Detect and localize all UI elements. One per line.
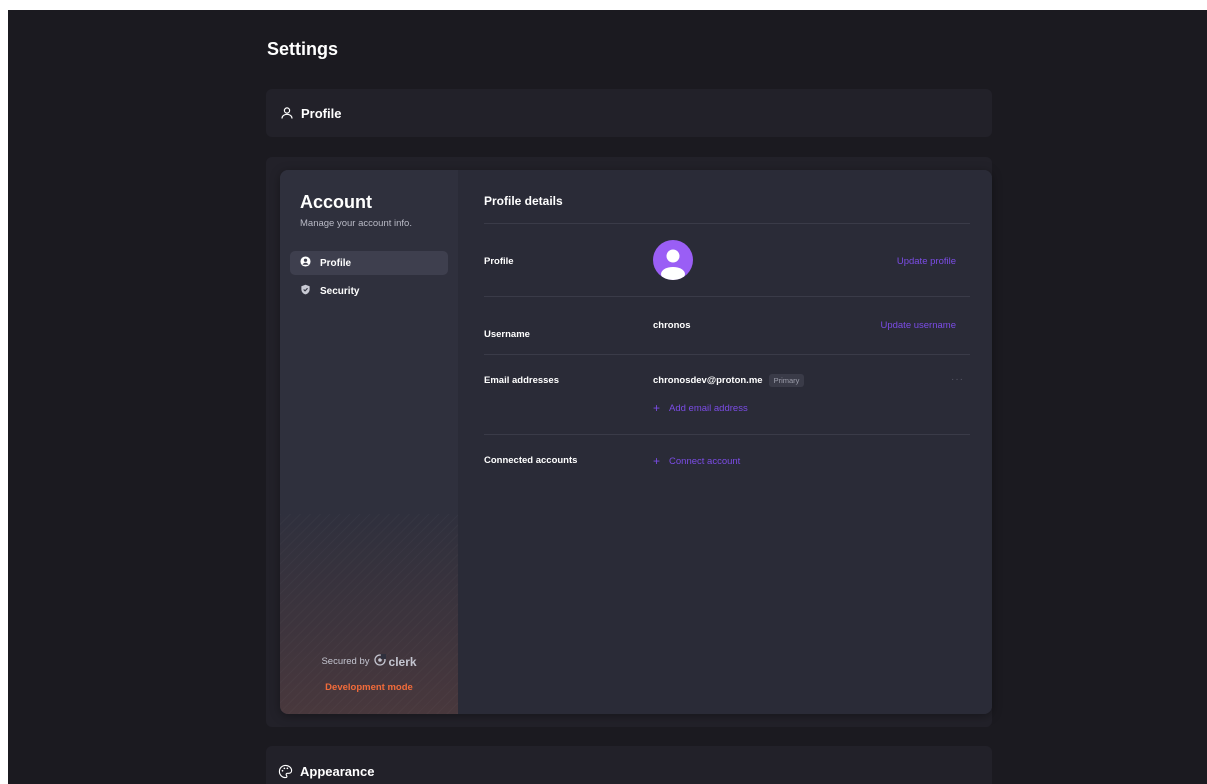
section-appearance-label: Appearance — [300, 763, 375, 779]
divider — [484, 223, 970, 224]
divider — [484, 296, 970, 297]
user-circle-icon — [300, 256, 311, 270]
profile-details-title: Profile details — [484, 194, 563, 208]
clerk-brand-text: clerk — [388, 654, 417, 669]
divider — [484, 434, 970, 435]
update-profile-link[interactable]: Update profile — [897, 256, 956, 267]
palette-icon — [278, 764, 293, 779]
profile-details-panel: Profile details Profile Update profile U… — [458, 170, 992, 714]
account-sidebar: Account Manage your account info. Profil… — [280, 170, 458, 714]
section-profile-header[interactable]: Profile — [266, 89, 992, 137]
profile-row-label: Profile — [484, 256, 514, 267]
avatar-person-icon — [661, 249, 685, 280]
divider — [484, 354, 970, 355]
connected-accounts-row-label: Connected accounts — [484, 455, 578, 466]
page-title: Settings — [267, 39, 339, 59]
email-row-label: Email addresses — [484, 375, 559, 386]
clerk-logo[interactable]: clerk — [373, 654, 417, 669]
plus-icon: + — [653, 401, 661, 415]
connect-account-label: Connect account — [669, 455, 741, 467]
email-entry: chronosdev@proton.me Primary — [653, 374, 805, 387]
add-email-address-button[interactable]: + Add email address — [653, 402, 748, 414]
development-mode-label: Development mode — [325, 682, 413, 693]
username-row-label: Username — [484, 329, 530, 340]
account-title: Account — [300, 192, 372, 212]
secured-by-text: Secured by — [321, 656, 370, 667]
section-appearance-header[interactable]: Appearance — [266, 746, 992, 784]
email-more-options-icon[interactable]: ··· — [951, 374, 964, 385]
sidebar-item-label: Profile — [320, 257, 352, 269]
sidebar-item-label: Security — [320, 285, 360, 297]
secured-by: Secured by clerk — [280, 654, 458, 669]
avatar[interactable] — [653, 240, 693, 280]
sidebar-item-profile[interactable]: Profile — [290, 251, 448, 275]
clerk-icon — [373, 654, 386, 669]
email-value: chronosdev@proton.me — [653, 375, 763, 387]
sidebar-item-security[interactable]: Security — [290, 279, 448, 303]
shield-icon — [300, 284, 311, 298]
connect-account-button[interactable]: + Connect account — [653, 455, 740, 467]
account-card: Account Manage your account info. Profil… — [280, 170, 992, 714]
add-email-address-label: Add email address — [669, 402, 748, 414]
account-subtitle: Manage your account info. — [300, 218, 412, 229]
section-profile-label: Profile — [301, 105, 342, 121]
primary-badge: Primary — [768, 374, 805, 387]
settings-page: Settings Profile Account Manage your acc… — [8, 10, 1207, 784]
update-username-link[interactable]: Update username — [880, 320, 956, 331]
username-value: chronos — [653, 320, 691, 331]
user-icon — [280, 106, 294, 120]
plus-icon: + — [653, 454, 661, 468]
